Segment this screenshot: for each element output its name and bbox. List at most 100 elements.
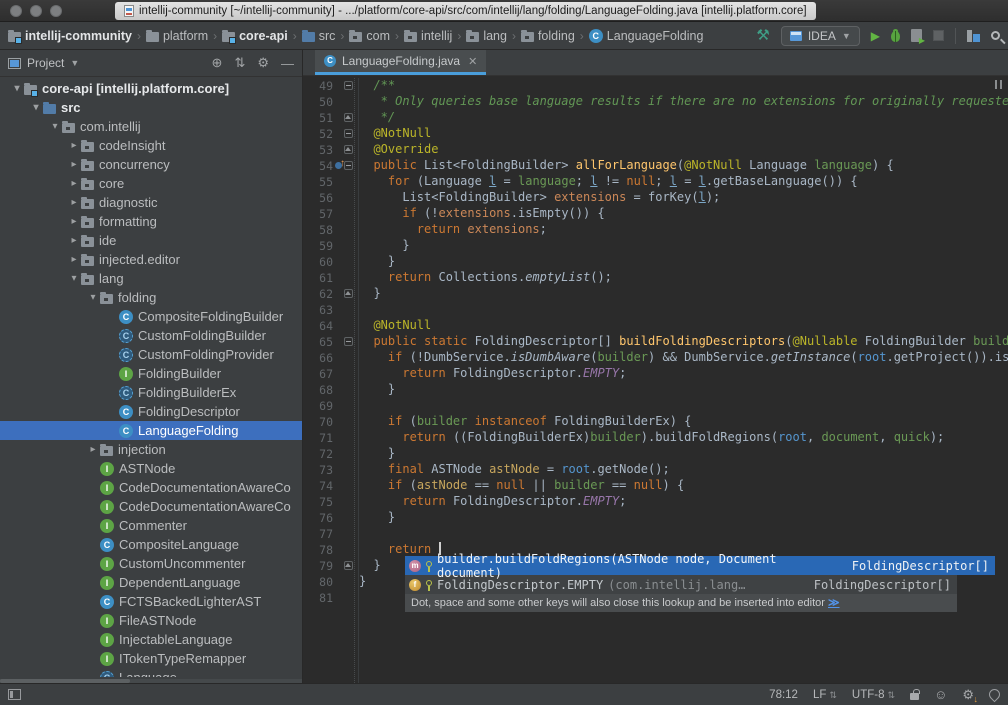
tree-item-itokentyperemapper[interactable]: I ITokenTypeRemapper xyxy=(0,649,302,668)
code-line-75[interactable]: return FoldingDescriptor.EMPTY; xyxy=(359,494,1008,510)
tree-item-customfoldingprovider[interactable]: C CustomFoldingProvider xyxy=(0,345,302,364)
code-line-60[interactable]: } xyxy=(359,254,1008,270)
code-line-63[interactable] xyxy=(359,302,1008,318)
breadcrumb-core-api[interactable]: core-api xyxy=(222,29,288,44)
fold-end-icon[interactable] xyxy=(344,145,353,154)
tree-item-foldingbuilder[interactable]: I FoldingBuilder xyxy=(0,364,302,383)
breadcrumb-languagefolding[interactable]: C LanguageFolding xyxy=(588,28,703,43)
project-structure-icon[interactable] xyxy=(967,29,980,42)
fold-collapse-icon[interactable] xyxy=(344,81,353,90)
code-line-72[interactable]: } xyxy=(359,446,1008,462)
tree-item-diagnostic[interactable]: ▸ diagnostic xyxy=(0,193,302,212)
line-separator-selector[interactable]: LF ⇅ xyxy=(813,689,837,701)
tree-item-injectablelanguage[interactable]: I InjectableLanguage xyxy=(0,630,302,649)
code-line-54[interactable]: public List<FoldingBuilder> allForLangua… xyxy=(359,158,1008,174)
chevron-down-icon[interactable]: ▼ xyxy=(70,58,79,68)
code-line-73[interactable]: final ASTNode astNode = root.getNode(); xyxy=(359,462,1008,478)
code-line-57[interactable]: if (!extensions.isEmpty()) { xyxy=(359,206,1008,222)
tree-item-core-api-intellij-platform-core[interactable]: ▾ core-api [intellij.platform.core] xyxy=(0,79,302,98)
breadcrumb-platform[interactable]: platform xyxy=(145,29,208,43)
tree-collapsed-arrow-icon[interactable]: ▸ xyxy=(67,197,81,208)
tree-item-core[interactable]: ▸ core xyxy=(0,174,302,193)
notification-bubble-icon[interactable] xyxy=(986,686,1003,703)
code-line-55[interactable]: for (Language l = language; l != null; l… xyxy=(359,174,1008,190)
code-line-68[interactable]: } xyxy=(359,382,1008,398)
debug-icon[interactable] xyxy=(891,29,900,42)
run-configuration-selector[interactable]: IDEA ▼ xyxy=(780,25,860,46)
tree-collapsed-arrow-icon[interactable]: ▸ xyxy=(67,178,81,189)
breadcrumb-lang[interactable]: lang xyxy=(466,29,507,43)
tree-item-folding[interactable]: ▾ folding xyxy=(0,288,302,307)
tree-item-codedocumentationawareco[interactable]: I CodeDocumentationAwareCo xyxy=(0,478,302,497)
tree-expanded-arrow-icon[interactable]: ▾ xyxy=(10,83,24,94)
minimize-button[interactable] xyxy=(30,5,42,17)
tree-item-lang[interactable]: ▾ lang xyxy=(0,269,302,288)
code-line-66[interactable]: if (!DumbService.isDumbAware (builder) &&… xyxy=(359,350,1008,366)
tree-expanded-arrow-icon[interactable]: ▾ xyxy=(48,121,62,132)
tree-item-codeinsight[interactable]: ▸ codeInsight xyxy=(0,136,302,155)
tree-expanded-arrow-icon[interactable]: ▾ xyxy=(86,292,100,303)
code-line-61[interactable]: return Collections.emptyList(); xyxy=(359,270,1008,286)
code-line-74[interactable]: if (astNode == null || builder == null) … xyxy=(359,478,1008,494)
hector-inspections-icon[interactable]: ☺ xyxy=(934,687,947,702)
fold-collapse-icon[interactable] xyxy=(344,337,353,346)
fold-end-icon[interactable] xyxy=(344,561,353,570)
code-line-59[interactable]: } xyxy=(359,238,1008,254)
tree-item-commenter[interactable]: I Commenter xyxy=(0,516,302,535)
tree-item-codedocumentationawareco[interactable]: I CodeDocumentationAwareCo xyxy=(0,497,302,516)
code-line-71[interactable]: return ((FoldingBuilderEx)builder).build… xyxy=(359,430,1008,446)
fold-end-icon[interactable] xyxy=(344,113,353,122)
run-icon[interactable]: ▶ xyxy=(871,28,880,44)
breadcrumb-folding[interactable]: folding xyxy=(520,29,575,43)
code-line-77[interactable] xyxy=(359,526,1008,542)
fold-end-icon[interactable] xyxy=(344,289,353,298)
tree-collapsed-arrow-icon[interactable]: ▸ xyxy=(67,254,81,265)
tree-expanded-arrow-icon[interactable]: ▾ xyxy=(29,102,43,113)
tree-item-foldingbuilderex[interactable]: C FoldingBuilderEx xyxy=(0,383,302,402)
tree-item-ide[interactable]: ▸ ide xyxy=(0,231,302,250)
close-button[interactable] xyxy=(10,5,22,17)
hint-more-link[interactable]: ≫ xyxy=(828,597,840,609)
tree-item-concurrency[interactable]: ▸ concurrency xyxy=(0,155,302,174)
tree-item-compositefoldingbuilder[interactable]: C CompositeFoldingBuilder xyxy=(0,307,302,326)
code-line-53[interactable]: @Override xyxy=(359,142,1008,158)
fold-collapse-icon[interactable] xyxy=(344,161,353,170)
tree-collapsed-arrow-icon[interactable]: ▸ xyxy=(86,444,100,455)
tree-collapsed-arrow-icon[interactable]: ▸ xyxy=(67,140,81,151)
tree-item-foldingdescriptor[interactable]: C FoldingDescriptor xyxy=(0,402,302,421)
tree-collapsed-arrow-icon[interactable]: ▸ xyxy=(67,159,81,170)
breadcrumb-com[interactable]: com xyxy=(349,29,390,43)
build-hammer-icon[interactable]: ⚒ xyxy=(756,27,769,44)
tree-item-fctsbackedlighterast[interactable]: C FCTSBackedLighterAST xyxy=(0,592,302,611)
tree-item-customuncommenter[interactable]: I CustomUncommenter xyxy=(0,554,302,573)
coverage-icon[interactable] xyxy=(911,29,925,45)
update-icon[interactable]: ⚙ xyxy=(962,687,977,704)
tree-item-injection[interactable]: ▸ injection xyxy=(0,440,302,459)
tree-item-astnode[interactable]: I ASTNode xyxy=(0,459,302,478)
zoom-button[interactable] xyxy=(50,5,62,17)
tree-item-com-intellij[interactable]: ▾ com.intellij xyxy=(0,117,302,136)
encoding-selector[interactable]: UTF-8 ⇅ xyxy=(852,689,895,701)
tree-item-formatting[interactable]: ▸ formatting xyxy=(0,212,302,231)
project-view-title[interactable]: Project xyxy=(27,56,64,70)
overrides-method-icon[interactable] xyxy=(335,158,345,170)
fold-collapse-icon[interactable] xyxy=(344,129,353,138)
code-line-56[interactable]: List<FoldingBuilder> extensions = forKey… xyxy=(359,190,1008,206)
lock-icon[interactable] xyxy=(910,689,921,700)
code-line-52[interactable]: @NotNull xyxy=(359,126,1008,142)
completion-item-foldingdescriptor-empty[interactable]: f FoldingDescriptor.EMPTY (com.intellij.l… xyxy=(405,575,957,594)
tree-expanded-arrow-icon[interactable]: ▾ xyxy=(67,273,81,284)
tree-item-src[interactable]: ▾ src xyxy=(0,98,302,117)
code-line-51[interactable]: */ xyxy=(359,110,1008,126)
code-line-49[interactable]: /** xyxy=(359,78,1008,94)
hide-icon[interactable]: — xyxy=(281,56,294,71)
code-line-70[interactable]: if (builder instanceof FoldingBuilderEx)… xyxy=(359,414,1008,430)
toolwindow-toggle-icon[interactable] xyxy=(8,689,21,700)
tree-item-injected-editor[interactable]: ▸ injected.editor xyxy=(0,250,302,269)
tree-item-customfoldingbuilder[interactable]: C CustomFoldingBuilder xyxy=(0,326,302,345)
code-line-67[interactable]: return FoldingDescriptor.EMPTY; xyxy=(359,366,1008,382)
locate-icon[interactable]: ⊕ xyxy=(212,55,223,71)
code-line-62[interactable]: } xyxy=(359,286,1008,302)
code-line-65[interactable]: public static FoldingDescriptor[] buildF… xyxy=(359,334,1008,350)
completion-item-builder-buildfoldregions[interactable]: m builder.buildFoldRegions(ASTNode node, … xyxy=(405,552,995,580)
